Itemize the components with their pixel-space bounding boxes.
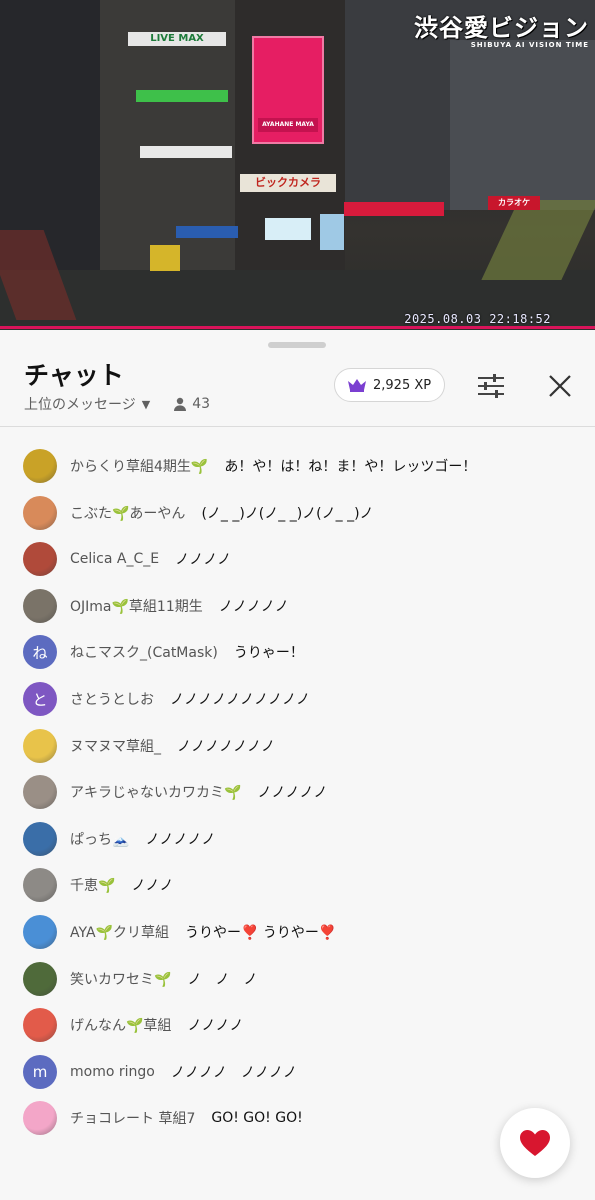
- chat-mode-label: 上位のメッセージ: [24, 397, 136, 413]
- live-max-sign: LIVE MAX: [128, 32, 226, 46]
- message-author[interactable]: 千恵🌱: [70, 875, 115, 895]
- like-button[interactable]: [500, 1108, 570, 1178]
- message-text: ノノノノ: [187, 1018, 244, 1035]
- fuji-avatar: [23, 915, 57, 949]
- chat-message[interactable]: からくり草組4期生🌱 あ！や！は！ね！ま！や！レッツゴー！: [0, 443, 595, 489]
- bird-avatar: [23, 542, 57, 577]
- heart-icon: [520, 1130, 550, 1156]
- white-sign: [140, 146, 232, 158]
- chat-title: チャット: [24, 361, 124, 390]
- kingfisher-avatar: [23, 961, 57, 996]
- video-progress-line: [0, 326, 595, 329]
- chat-message[interactable]: 千恵🌱 ノノノ: [0, 862, 595, 908]
- message-text: (ノ_ _)ノ(ノ_ _)ノ(ノ_ _)ノ: [201, 505, 374, 522]
- close-icon[interactable]: [546, 372, 574, 400]
- building-far-right: [450, 40, 595, 210]
- message-text: ノ ノ ノ: [187, 971, 258, 988]
- poster: [320, 214, 344, 250]
- message-list[interactable]: からくり草組4期生🌱 あ！や！は！ね！ま！や！レッツゴー！ こぶた🌱あーやん (ノ_ …: [0, 427, 595, 1200]
- monkey-avatar: [23, 495, 57, 530]
- chat-message[interactable]: m momo ringo ノノノノ ノノノノ: [0, 1049, 595, 1095]
- viewer-count: 43: [172, 396, 210, 412]
- chat-message[interactable]: ヌマヌマ草組_ ノノノノノノノ: [0, 723, 595, 769]
- cup-avatar: [23, 868, 57, 903]
- chat-message[interactable]: アキラじゃないカワカミ🌱 ノノノノノ: [0, 769, 595, 815]
- chat-message[interactable]: 笑いカワセミ🌱 ノ ノ ノ: [0, 956, 595, 1002]
- xp-button[interactable]: 2,925 XP: [334, 368, 446, 402]
- stairs: [481, 200, 595, 280]
- avatar-letter: ね: [32, 643, 48, 662]
- chat-message[interactable]: OJIma🌱草組11期生 ノノノノノ: [0, 583, 595, 629]
- channel-watermark: 渋谷愛ビジョン SHIBUYA AI VISION TIME: [414, 8, 589, 49]
- message-author[interactable]: ヌマヌマ草組_: [70, 736, 161, 756]
- letter-avatar: m: [23, 1054, 57, 1089]
- chat-message[interactable]: げんなん🌱草組 ノノノノ: [0, 1002, 595, 1048]
- message-author[interactable]: げんなん🌱草組: [70, 1015, 171, 1035]
- message-text: ノノノノ: [175, 552, 232, 569]
- xp-label: 2,925 XP: [373, 377, 432, 393]
- message-text: ノノノ: [131, 878, 174, 895]
- sliders-icon[interactable]: [476, 372, 506, 400]
- letter-avatar: ね: [23, 635, 57, 670]
- avatar-letter: m: [32, 1062, 48, 1081]
- message-text: ノノノノノ: [145, 831, 216, 848]
- red-banner-sign: [344, 202, 444, 216]
- message-author[interactable]: ねこマスク_(CatMask): [70, 642, 218, 662]
- watermark-title: 渋谷愛ビジョン: [414, 14, 589, 42]
- photo-avatar: [23, 775, 57, 810]
- avatar-letter: と: [32, 690, 48, 709]
- message-author[interactable]: 笑いカワセミ🌱: [70, 969, 171, 989]
- message-author[interactable]: OJIma🌱草組11期生: [70, 596, 203, 616]
- message-text: ノノノノノ: [218, 598, 289, 615]
- message-text: ノノノノ ノノノノ: [170, 1064, 297, 1081]
- message-author[interactable]: アキラじゃないカワカミ🌱: [70, 782, 241, 802]
- karaoke-sign: カラオケ: [488, 196, 540, 210]
- chat-message[interactable]: AYA🌱クリ草組 うりやー❣️ うりやー❣️: [0, 909, 595, 955]
- viewer-count-value: 43: [192, 396, 211, 412]
- message-text: うりゃー！: [233, 645, 304, 662]
- message-author[interactable]: ぱっち🗻: [70, 829, 129, 849]
- person-icon: [174, 397, 187, 411]
- chat-message[interactable]: と さとうとしお ノノノノノノノノノノ: [0, 676, 595, 722]
- chat-message[interactable]: こぶた🌱あーやん (ノ_ _)ノ(ノ_ _)ノ(ノ_ _)ノ: [0, 490, 595, 536]
- letter-avatar: と: [23, 682, 57, 716]
- message-author[interactable]: momo ringo: [70, 1064, 155, 1080]
- message-text: ノノノノノ: [257, 785, 328, 802]
- message-author[interactable]: AYA🌱クリ草組: [70, 922, 169, 942]
- message-author[interactable]: Celica A_C_E: [70, 551, 159, 567]
- message-text: うりやー❣️ うりやー❣️: [184, 925, 337, 941]
- onsen-avatar: [23, 1008, 57, 1043]
- live-video[interactable]: LIVE MAX AYAHANE MAYA ビックカメラ カラオケ 渋谷愛ビジョ…: [0, 0, 595, 330]
- bic-camera-sign: ビックカメラ: [240, 174, 336, 192]
- chevron-down-icon: ▼: [141, 397, 151, 411]
- duck-avatar: [23, 449, 57, 483]
- sticker-avatar: [23, 728, 57, 763]
- cat-avatar: [23, 588, 57, 623]
- chat-mode-selector[interactable]: 上位のメッセージ ▼ 43: [24, 394, 210, 414]
- chat-message[interactable]: Celica A_C_E ノノノノ: [0, 536, 595, 582]
- message-text: GO! GO! GO!: [211, 1110, 303, 1127]
- message-text: ノノノノノノノノノノ: [170, 692, 310, 708]
- chat-message[interactable]: ね ねこマスク_(CatMask) うりゃー！: [0, 629, 595, 675]
- yellow-sign: [150, 245, 180, 271]
- window-light: [265, 218, 311, 240]
- message-text: ノノノノノノノ: [177, 738, 275, 755]
- video-timestamp: 2025.08.03 22:18:52: [404, 312, 551, 326]
- message-author[interactable]: からくり草組4期生🌱: [70, 456, 208, 476]
- ayahane-sign: AYAHANE MAYA: [258, 118, 318, 132]
- torii-avatar: [23, 821, 57, 856]
- blue-sign: [176, 226, 238, 238]
- message-text: あ！や！は！ね！ま！や！レッツゴー！: [224, 459, 477, 475]
- chat-message[interactable]: ぱっち🗻 ノノノノノ: [0, 816, 595, 862]
- chat-panel: チャット 上位のメッセージ ▼ 43 2,925 XP からくり草組4期生🌱 あ…: [0, 330, 595, 1200]
- drag-handle[interactable]: [268, 342, 326, 348]
- green-sign: [136, 90, 228, 102]
- bunny-avatar: [23, 1101, 57, 1136]
- message-author[interactable]: こぶた🌱あーやん: [70, 503, 185, 523]
- crown-icon: [348, 379, 366, 392]
- message-author[interactable]: チョコレート 草組7: [70, 1108, 195, 1128]
- message-author[interactable]: さとうとしお: [70, 689, 154, 709]
